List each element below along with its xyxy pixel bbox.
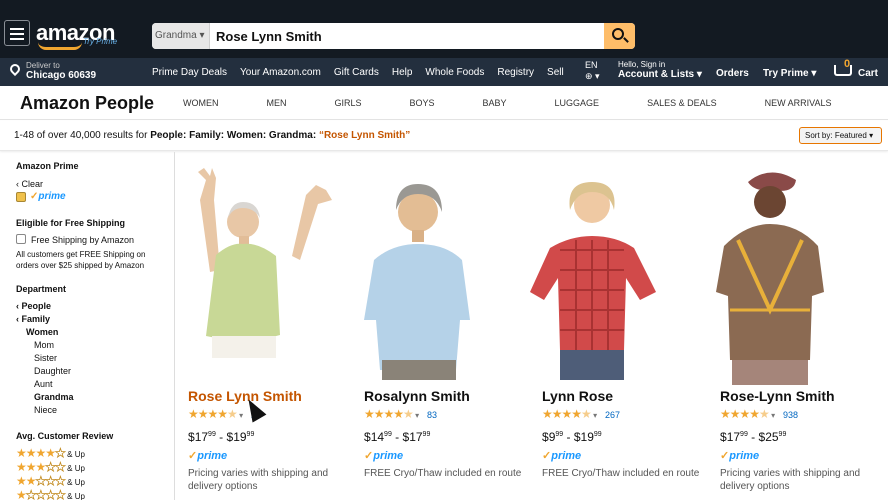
product-rating[interactable]: ★★★★★ ▾ [542,407,597,421]
cat-sales[interactable]: SALES & DEALS [647,98,717,108]
prime-checkbox[interactable] [16,192,26,202]
nav-link-help[interactable]: Help [392,67,413,78]
review-heading: Avg. Customer Review [16,431,114,441]
language-selector[interactable]: EN ⊕ ▾ [585,60,600,82]
product-note: FREE Cryo/Thaw included en route [364,468,522,479]
cat-men[interactable]: MEN [267,98,287,108]
dept-grandma[interactable]: Grandma [34,392,74,402]
nav-link-gift-cards[interactable]: Gift Cards [334,67,379,78]
product-rating[interactable]: ★★★★★ ▾ [364,407,419,421]
account-menu[interactable]: Hello, Sign in Account & Lists ▾ [618,60,702,80]
prime-logo: ✓prime [30,191,66,202]
review-count[interactable]: 83 [427,410,437,420]
orders-link[interactable]: Orders [716,68,749,79]
product-photo[interactable] [352,160,530,385]
try-prime-menu[interactable]: Try Prime ▾ [763,68,816,79]
prime-heading: Amazon Prime [16,161,79,171]
free-shipping-checkbox[interactable] [16,234,26,244]
product-photo[interactable] [530,160,708,385]
cat-boys[interactable]: BOYS [410,98,435,108]
dept-sister[interactable]: Sister [34,353,57,363]
dept-niece[interactable]: Niece [34,405,57,415]
review-count[interactable]: 938 [783,410,798,420]
product-title[interactable]: Rosalynn Smith [364,388,470,404]
cat-new-arrivals[interactable]: NEW ARRIVALS [765,98,832,108]
product-card[interactable]: Rosalynn Smith ★★★★★ ▾ 83 $1499 - $1799 … [352,160,530,500]
prime-badge: ✓prime [720,450,760,462]
search-category-select[interactable]: Grandma ▾ [152,23,210,49]
search-button[interactable] [604,23,635,49]
product-note: Pricing varies with shipping and deliver… [188,468,329,492]
product-rating[interactable]: ★★★★★ ▾ [720,407,775,421]
price-range: $1799 - $1999 [188,430,255,444]
review-filter-1[interactable]: ★★★★★ & Up [16,488,85,500]
price-range: $999 - $1999 [542,430,602,444]
dept-family[interactable]: ‹ Family [16,314,50,324]
menu-icon[interactable] [4,20,30,46]
review-filter-4[interactable]: ★★★★★ & Up [16,446,85,461]
filter-sidebar: Amazon Prime ‹ Clear ✓prime Eligible for… [0,152,175,500]
nav-link-registry[interactable]: Registry [497,67,534,78]
shipping-note-2: orders over $25 shipped by Amazon [16,261,145,270]
sort-dropdown[interactable]: Sort by: Featured ▾ [799,127,882,144]
store-title[interactable]: Amazon People [20,93,154,114]
product-note: FREE Cryo/Thaw included en route [542,468,700,479]
prime-badge: ✓prime [364,450,404,462]
product-note: Pricing varies with shipping and deliver… [720,468,861,492]
review-filter-3[interactable]: ★★★★★ & Up [16,460,85,475]
product-card[interactable]: Rose Lynn Smith ★★★★★ ▾ 2 $1799 - $1999 … [176,160,354,500]
nav-link-whole-foods[interactable]: Whole Foods [425,67,484,78]
product-card[interactable]: Lynn Rose ★★★★★ ▾ 267 $999 - $1999 ✓prim… [530,160,708,500]
price-range: $1499 - $1799 [364,430,431,444]
dept-mom[interactable]: Mom [34,340,54,350]
nav-link-sell[interactable]: Sell [547,67,564,78]
product-card[interactable]: Rose-Lynn Smith ★★★★★ ▾ 938 $1799 - $259… [708,160,886,500]
dept-aunt[interactable]: Aunt [34,379,53,389]
product-rating[interactable]: ★★★★★ ▾ [188,407,243,421]
product-title[interactable]: Rose-Lynn Smith [720,388,835,404]
cat-luggage[interactable]: LUGGAGE [555,98,600,108]
globe-icon: ⊕ ▾ [585,71,600,81]
shipping-note-1: All customers get FREE Shipping on [16,250,146,259]
try-prime-link[interactable]: Try Prime [83,37,117,46]
cart-count: 0 [844,58,851,70]
cat-baby[interactable]: BABY [483,98,507,108]
nav-link-prime-day[interactable]: Prime Day Deals [152,67,227,78]
prime-badge: ✓prime [188,450,228,462]
product-title[interactable]: Lynn Rose [542,388,613,404]
product-photo[interactable] [708,160,886,385]
category-links: WOMEN MEN GIRLS BOYS BABY LUGGAGE SALES … [183,98,879,108]
free-shipping-label[interactable]: Free Shipping by Amazon [31,235,134,245]
price-range: $1799 - $2599 [720,430,787,444]
prime-badge: ✓prime [542,450,582,462]
cat-girls[interactable]: GIRLS [335,98,362,108]
dept-women[interactable]: Women [26,327,58,337]
department-heading: Department [16,284,67,294]
nav-link-your-amazon[interactable]: Your Amazon.com [240,67,321,78]
results-summary: 1-48 of over 40,000 results for People: … [14,130,411,141]
search-input[interactable] [216,23,596,49]
cart-button[interactable]: 0 Cart [832,58,884,84]
clear-link[interactable]: ‹ Clear [16,179,43,189]
dept-people[interactable]: ‹ People [16,301,51,311]
review-filter-2[interactable]: ★★★★★ & Up [16,474,85,489]
cat-women[interactable]: WOMEN [183,98,219,108]
search-bar: Grandma ▾ [152,23,635,49]
sub-nav-links: Prime Day Deals Your Amazon.com Gift Car… [152,67,564,78]
review-count[interactable]: 267 [605,410,620,420]
product-photo[interactable] [176,160,354,385]
dept-daughter[interactable]: Daughter [34,366,71,376]
logo-smile-icon [38,42,82,50]
shipping-heading: Eligible for Free Shipping [16,218,126,228]
